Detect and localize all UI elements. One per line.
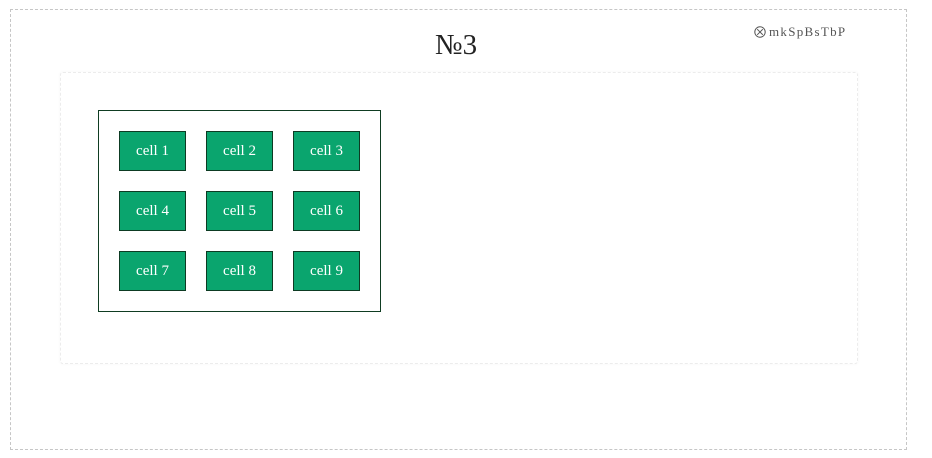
grid-cell-5[interactable]: cell 5 [206,191,273,231]
grid-cell-8[interactable]: cell 8 [206,251,273,291]
grid-cell-2[interactable]: cell 2 [206,131,273,171]
brand-badge: mkSpBsTbP [754,24,846,40]
circled-x-icon [754,26,766,38]
grid-cell-6[interactable]: cell 6 [293,191,360,231]
grid-cell-1[interactable]: cell 1 [119,131,186,171]
grid-cell-4[interactable]: cell 4 [119,191,186,231]
brand-label: mkSpBsTbP [769,24,847,39]
grid-cell-7[interactable]: cell 7 [119,251,186,291]
grid-cell-3[interactable]: cell 3 [293,131,360,171]
grid-cell-9[interactable]: cell 9 [293,251,360,291]
